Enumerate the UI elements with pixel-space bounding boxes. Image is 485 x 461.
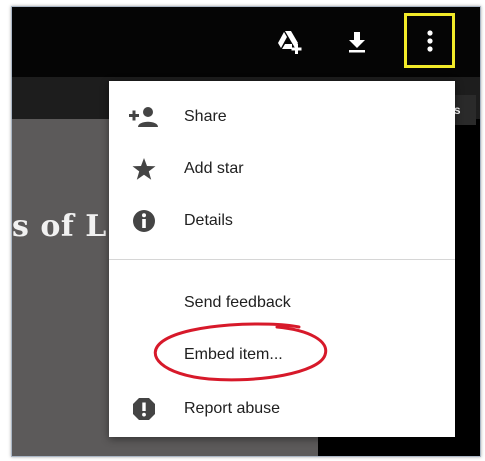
menu-item-label: Report abuse: [184, 400, 281, 417]
menu-item-add-star[interactable]: Add star: [109, 147, 455, 191]
menu-item-label: Add star: [184, 160, 244, 177]
more-actions-button[interactable]: [404, 13, 455, 68]
red-circle-annotation: [153, 322, 328, 382]
menu-item-label: Share: [184, 108, 227, 125]
add-to-drive-icon[interactable]: [274, 25, 304, 59]
menu-item-share[interactable]: Share: [109, 95, 455, 139]
person-add-icon: [129, 102, 159, 132]
report-icon: [129, 394, 159, 424]
document-title-text: s of L: [12, 209, 107, 244]
menu-item-report-abuse[interactable]: Report abuse: [109, 387, 455, 431]
more-vert-icon: [426, 29, 433, 52]
info-icon: [129, 206, 159, 236]
screenshot-frame: s of L More actions Share Add star: [11, 6, 481, 457]
menu-item-details[interactable]: Details: [109, 199, 455, 243]
menu-item-label: Send feedback: [184, 294, 291, 311]
top-toolbar: [12, 7, 480, 77]
menu-item-send-feedback[interactable]: Send feedback: [109, 281, 455, 325]
more-actions-menu: Share Add star Details Send feedback Emb…: [109, 81, 455, 437]
menu-item-label: Details: [184, 212, 233, 229]
menu-divider: [109, 259, 455, 260]
star-icon: [129, 154, 159, 184]
download-icon[interactable]: [342, 25, 372, 59]
